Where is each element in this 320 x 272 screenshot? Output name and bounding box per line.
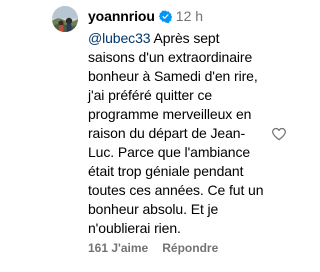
avatar[interactable]: [52, 6, 78, 32]
username-link[interactable]: yoannriou: [88, 8, 155, 24]
avatar-image: [52, 6, 78, 32]
comment-text-body: Après sept saisons d'un extraordinaire b…: [88, 30, 264, 236]
comment-item: yoannriou 12 h @lubec33 Après sept saiso…: [0, 0, 298, 272]
verified-badge-icon: [158, 9, 172, 23]
comment-timestamp[interactable]: 12 h: [176, 8, 203, 24]
comment-header: yoannriou 12 h: [88, 7, 266, 25]
likes-count-button[interactable]: 161 J'aime: [88, 241, 148, 255]
comment-actions: 161 J'aime Répondre: [88, 241, 218, 255]
mention-link[interactable]: @lubec33: [88, 30, 151, 46]
comment-body: yoannriou 12 h @lubec33 Après sept saiso…: [88, 7, 266, 238]
reply-button[interactable]: Répondre: [162, 241, 218, 255]
heart-outline-icon[interactable]: [271, 126, 287, 142]
comment-text: @lubec33 Après sept saisons d'un extraor…: [88, 29, 266, 238]
